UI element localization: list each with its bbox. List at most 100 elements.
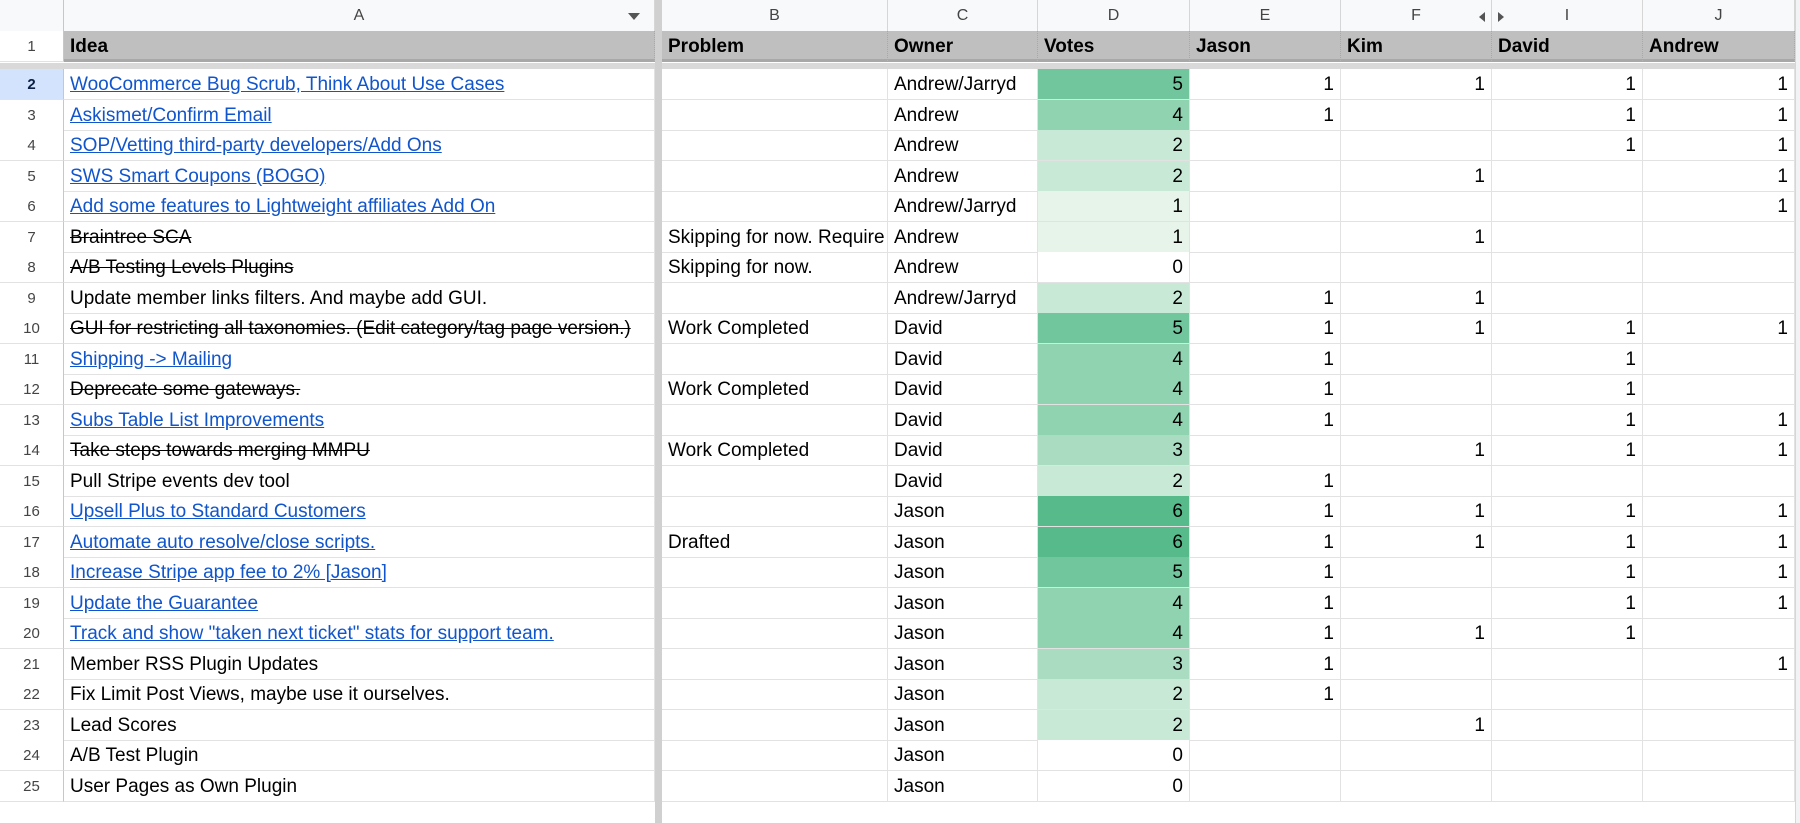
hidden-columns-right-arrow-icon[interactable] [1498,12,1504,22]
david-vote-cell[interactable]: 1 [1492,496,1643,527]
header-cell-idea[interactable]: Idea [64,31,655,62]
kim-vote-cell[interactable]: 1 [1341,496,1492,527]
idea-cell[interactable]: Increase Stripe app fee to 2% [Jason] [64,557,655,588]
idea-cell[interactable]: Member RSS Plugin Updates [64,648,655,680]
idea-cell[interactable]: Update the Guarantee [64,587,655,619]
header-cell-problem[interactable]: Problem [662,31,888,62]
idea-cell[interactable]: Track and show "taken next ticket" stats… [64,618,655,649]
david-vote-cell[interactable]: 1 [1492,526,1643,558]
problem-cell[interactable] [662,587,888,619]
owner-cell[interactable]: David [888,374,1038,405]
andrew-vote-cell[interactable]: 1 [1643,191,1795,222]
kim-vote-cell[interactable] [1341,465,1492,497]
andrew-vote-cell[interactable]: 1 [1643,648,1795,680]
problem-cell[interactable] [662,282,888,314]
david-vote-cell[interactable] [1492,679,1643,710]
kim-vote-cell[interactable] [1341,587,1492,619]
problem-cell[interactable] [662,130,888,161]
problem-cell[interactable] [662,557,888,588]
problem-cell[interactable] [662,740,888,771]
votes-cell[interactable]: 6 [1038,526,1190,558]
kim-vote-cell[interactable] [1341,374,1492,405]
kim-vote-cell[interactable] [1341,191,1492,222]
jason-vote-cell[interactable]: 1 [1190,679,1341,710]
andrew-vote-cell[interactable]: 1 [1643,313,1795,344]
row-number[interactable]: 11 [0,343,64,375]
header-cell-david[interactable]: David [1492,31,1643,62]
owner-cell[interactable]: Andrew [888,99,1038,131]
problem-cell[interactable] [662,496,888,527]
column-header-f[interactable]: F [1341,0,1492,31]
select-all-corner[interactable] [0,0,64,31]
idea-cell[interactable]: SWS Smart Coupons (BOGO) [64,160,655,192]
owner-cell[interactable]: David [888,435,1038,466]
row-number[interactable]: 14 [0,435,64,466]
owner-cell[interactable]: Jason [888,709,1038,741]
andrew-vote-cell[interactable]: 1 [1643,160,1795,192]
problem-cell[interactable] [662,99,888,131]
problem-cell[interactable]: Skipping for now. [662,252,888,283]
david-vote-cell[interactable]: 1 [1492,130,1643,161]
kim-vote-cell[interactable] [1341,130,1492,161]
votes-cell[interactable]: 5 [1038,69,1190,100]
kim-vote-cell[interactable]: 1 [1341,313,1492,344]
kim-vote-cell[interactable]: 1 [1341,282,1492,314]
idea-cell[interactable]: Add some features to Lightweight affilia… [64,191,655,222]
jason-vote-cell[interactable] [1190,770,1341,802]
owner-cell[interactable]: David [888,404,1038,436]
votes-cell[interactable]: 4 [1038,618,1190,649]
column-header-d[interactable]: D [1038,0,1190,31]
row-number[interactable]: 20 [0,618,64,649]
problem-cell[interactable] [662,343,888,375]
kim-vote-cell[interactable] [1341,679,1492,710]
row-number[interactable]: 25 [0,770,64,802]
votes-cell[interactable]: 4 [1038,587,1190,619]
andrew-vote-cell[interactable] [1643,343,1795,375]
jason-vote-cell[interactable]: 1 [1190,526,1341,558]
problem-cell[interactable] [662,69,888,100]
problem-cell[interactable] [662,465,888,497]
jason-vote-cell[interactable] [1190,221,1341,253]
andrew-vote-cell[interactable] [1643,709,1795,741]
problem-cell[interactable]: Work Completed [662,435,888,466]
andrew-vote-cell[interactable]: 1 [1643,435,1795,466]
kim-vote-cell[interactable] [1341,557,1492,588]
kim-vote-cell[interactable]: 1 [1341,160,1492,192]
row-number[interactable]: 6 [0,191,64,222]
kim-vote-cell[interactable]: 1 [1341,526,1492,558]
idea-cell[interactable]: A/B Test Plugin [64,740,655,771]
votes-cell[interactable]: 2 [1038,130,1190,161]
jason-vote-cell[interactable] [1190,252,1341,283]
andrew-vote-cell[interactable] [1643,374,1795,405]
david-vote-cell[interactable]: 1 [1492,557,1643,588]
idea-cell[interactable]: Askismet/Confirm Email [64,99,655,131]
jason-vote-cell[interactable]: 1 [1190,99,1341,131]
problem-cell[interactable] [662,191,888,222]
jason-vote-cell[interactable]: 1 [1190,313,1341,344]
owner-cell[interactable]: Jason [888,679,1038,710]
header-cell-kim[interactable]: Kim [1341,31,1492,62]
owner-cell[interactable]: David [888,343,1038,375]
idea-cell[interactable]: Automate auto resolve/close scripts. [64,526,655,558]
filter-dropdown-icon[interactable] [628,13,640,20]
column-header-b[interactable]: B [662,0,888,31]
andrew-vote-cell[interactable]: 1 [1643,99,1795,131]
andrew-vote-cell[interactable]: 1 [1643,69,1795,100]
david-vote-cell[interactable]: 1 [1492,618,1643,649]
david-vote-cell[interactable]: 1 [1492,435,1643,466]
problem-cell[interactable] [662,648,888,680]
andrew-vote-cell[interactable] [1643,252,1795,283]
row-number[interactable]: 10 [0,313,64,344]
votes-cell[interactable]: 6 [1038,496,1190,527]
jason-vote-cell[interactable]: 1 [1190,282,1341,314]
owner-cell[interactable]: Jason [888,526,1038,558]
owner-cell[interactable]: Jason [888,618,1038,649]
jason-vote-cell[interactable]: 1 [1190,69,1341,100]
kim-vote-cell[interactable]: 1 [1341,435,1492,466]
owner-cell[interactable]: Andrew [888,130,1038,161]
votes-cell[interactable]: 0 [1038,770,1190,802]
row-number[interactable]: 12 [0,374,64,405]
row-number[interactable]: 3 [0,99,64,131]
row-number[interactable]: 8 [0,252,64,283]
jason-vote-cell[interactable]: 1 [1190,343,1341,375]
